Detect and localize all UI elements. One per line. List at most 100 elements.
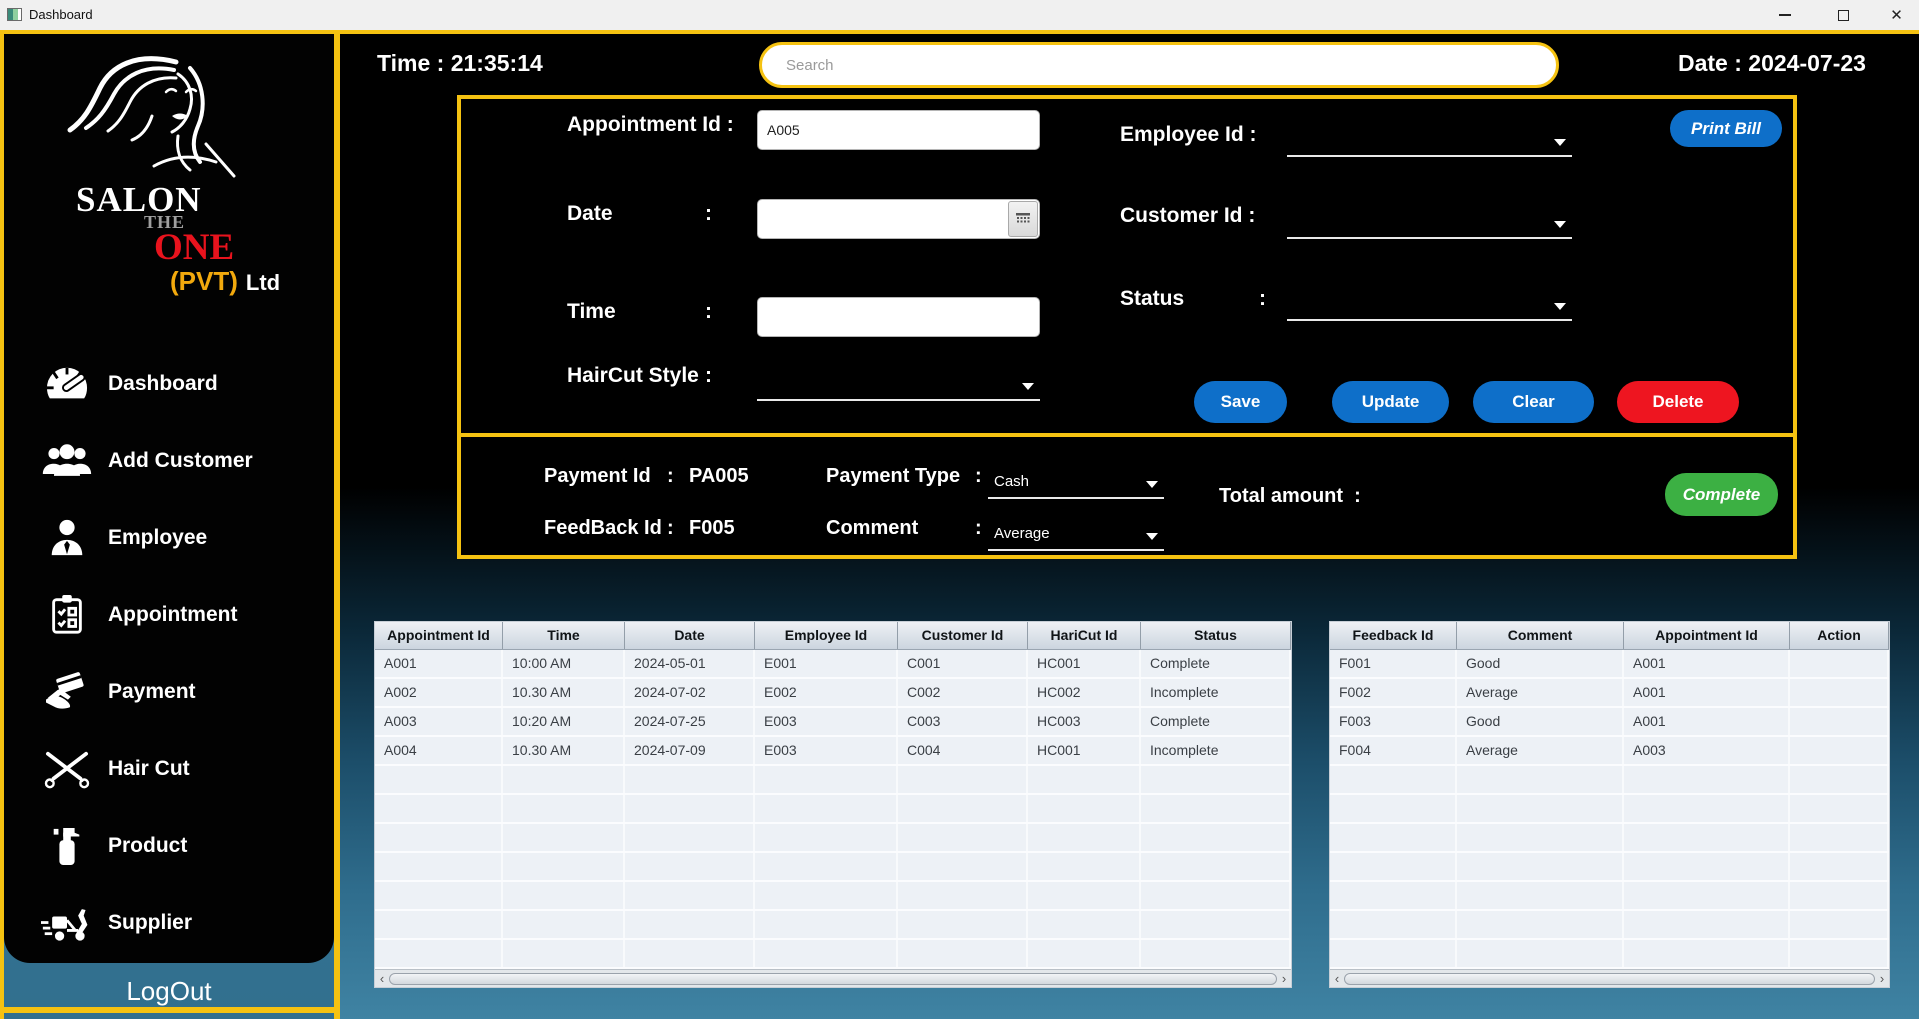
table-row[interactable]: [1330, 824, 1889, 853]
delivery-scooter-icon: [40, 902, 94, 944]
close-button[interactable]: ✕: [1874, 0, 1919, 30]
calendar-grid-icon: [1016, 213, 1030, 225]
table-cell: [375, 795, 503, 822]
table-row[interactable]: [375, 940, 1291, 969]
table-row[interactable]: A00210.30 AM2024-07-02E002C002HC002Incom…: [375, 679, 1291, 708]
hand-card-payment-icon: [40, 671, 94, 713]
table-row[interactable]: F004AverageA003: [1330, 737, 1889, 766]
table-row[interactable]: [375, 882, 1291, 911]
table-cell: [1141, 853, 1291, 880]
table-row[interactable]: A00410.30 AM2024-07-09E003C004HC001Incom…: [375, 737, 1291, 766]
table-cell: F002: [1330, 679, 1457, 706]
comment-label: Comment: [826, 517, 918, 540]
appointment-form-panel: Appointment Id : Date : Time : HairCut S…: [457, 95, 1797, 559]
calendar-button[interactable]: [1008, 201, 1038, 237]
table-cell: [625, 824, 755, 851]
table-cell: [898, 766, 1028, 793]
table-row[interactable]: [1330, 940, 1889, 969]
print-bill-button[interactable]: Print Bill: [1670, 110, 1782, 147]
table-row[interactable]: A00310:20 AM2024-07-25E003C003HC003Compl…: [375, 708, 1291, 737]
appointment-section: Appointment Id : Date : Time : HairCut S…: [461, 99, 1793, 433]
sidebar-item-payment[interactable]: Payment: [4, 653, 334, 730]
date-input[interactable]: [757, 199, 1040, 239]
table-cell: 10.30 AM: [503, 679, 625, 706]
sidebar-item-hair-cut[interactable]: Hair Cut: [4, 730, 334, 807]
status-dropdown[interactable]: [1287, 277, 1572, 321]
table-cell: [503, 882, 625, 909]
complete-button[interactable]: Complete: [1665, 473, 1778, 516]
table-cell: Incomplete: [1141, 679, 1291, 706]
column-header[interactable]: Appointment Id: [375, 622, 503, 649]
scroll-right-arrow[interactable]: ›: [1875, 971, 1889, 987]
table-row[interactable]: [1330, 795, 1889, 824]
sidebar-menu: Dashboard Add Customer Employee Appointm…: [4, 345, 334, 961]
logo-text-one: ONE: [154, 226, 234, 269]
time-input[interactable]: [757, 297, 1040, 337]
clear-button[interactable]: Clear: [1473, 381, 1594, 423]
table-cell: [1457, 911, 1624, 938]
payment-type-dropdown[interactable]: Cash: [988, 457, 1164, 499]
horizontal-scrollbar[interactable]: ‹ ›: [375, 969, 1291, 987]
table-cell: [1141, 940, 1291, 967]
column-header[interactable]: Appointment Id: [1624, 622, 1790, 649]
table-row[interactable]: [375, 911, 1291, 940]
update-button[interactable]: Update: [1332, 381, 1449, 423]
table-row[interactable]: [375, 824, 1291, 853]
minimize-button[interactable]: [1760, 0, 1810, 30]
comment-value: Average: [994, 526, 1050, 542]
delete-button[interactable]: Delete: [1617, 381, 1739, 423]
sidebar-item-add-customer[interactable]: Add Customer: [4, 422, 334, 499]
column-header[interactable]: HariCut Id: [1028, 622, 1141, 649]
table-cell: C003: [898, 708, 1028, 735]
maximize-button[interactable]: [1818, 0, 1868, 30]
table-cell: 2024-07-09: [625, 737, 755, 764]
scroll-left-arrow[interactable]: ‹: [1330, 971, 1344, 987]
sidebar-item-product[interactable]: Product: [4, 807, 334, 884]
payment-type-label: Payment Type: [826, 465, 960, 488]
column-header[interactable]: Comment: [1457, 622, 1624, 649]
table-row[interactable]: F003GoodA001: [1330, 708, 1889, 737]
column-header[interactable]: Status: [1141, 622, 1291, 649]
haircut-style-dropdown[interactable]: [757, 357, 1040, 401]
column-header[interactable]: Feedback Id: [1330, 622, 1457, 649]
table-row[interactable]: [1330, 911, 1889, 940]
scroll-left-arrow[interactable]: ‹: [375, 971, 389, 987]
column-header[interactable]: Customer Id: [898, 622, 1028, 649]
sidebar-item-employee[interactable]: Employee: [4, 499, 334, 576]
table-row[interactable]: [1330, 853, 1889, 882]
table-row[interactable]: [1330, 882, 1889, 911]
time-label: Time: [567, 300, 616, 324]
table-cell: E003: [755, 708, 898, 735]
table-row[interactable]: [1330, 766, 1889, 795]
table-row[interactable]: A00110:00 AM2024-05-01E001C001HC001Compl…: [375, 650, 1291, 679]
table-row[interactable]: F002AverageA001: [1330, 679, 1889, 708]
table-row[interactable]: [375, 766, 1291, 795]
table-cell: [1624, 911, 1790, 938]
scrollbar-thumb[interactable]: [389, 973, 1277, 985]
sidebar-item-supplier[interactable]: Supplier: [4, 884, 334, 961]
table-row[interactable]: [375, 853, 1291, 882]
table-row[interactable]: F001GoodA001: [1330, 650, 1889, 679]
save-button[interactable]: Save: [1194, 381, 1287, 423]
column-header[interactable]: Date: [625, 622, 755, 649]
search-input[interactable]: [759, 42, 1559, 88]
appointment-id-label: Appointment Id :: [567, 113, 734, 137]
scrollbar-thumb[interactable]: [1344, 973, 1875, 985]
table-row[interactable]: [375, 795, 1291, 824]
horizontal-scrollbar[interactable]: ‹ ›: [1330, 969, 1889, 987]
appointment-id-input[interactable]: [757, 110, 1040, 150]
table-cell: E001: [755, 650, 898, 677]
table-cell: [1457, 882, 1624, 909]
employee-id-dropdown[interactable]: [1287, 113, 1572, 157]
column-header[interactable]: Time: [503, 622, 625, 649]
chevron-down-icon: [1022, 383, 1034, 390]
column-header[interactable]: Action: [1790, 622, 1889, 649]
sidebar-item-appointment[interactable]: Appointment: [4, 576, 334, 653]
sidebar-item-dashboard[interactable]: Dashboard: [4, 345, 334, 422]
comment-dropdown[interactable]: Average: [988, 509, 1164, 551]
table-header: Feedback IdCommentAppointment IdAction: [1330, 622, 1889, 650]
column-header[interactable]: Employee Id: [755, 622, 898, 649]
scroll-right-arrow[interactable]: ›: [1277, 971, 1291, 987]
customer-id-dropdown[interactable]: [1287, 195, 1572, 239]
date-picker-field: [757, 199, 1040, 239]
